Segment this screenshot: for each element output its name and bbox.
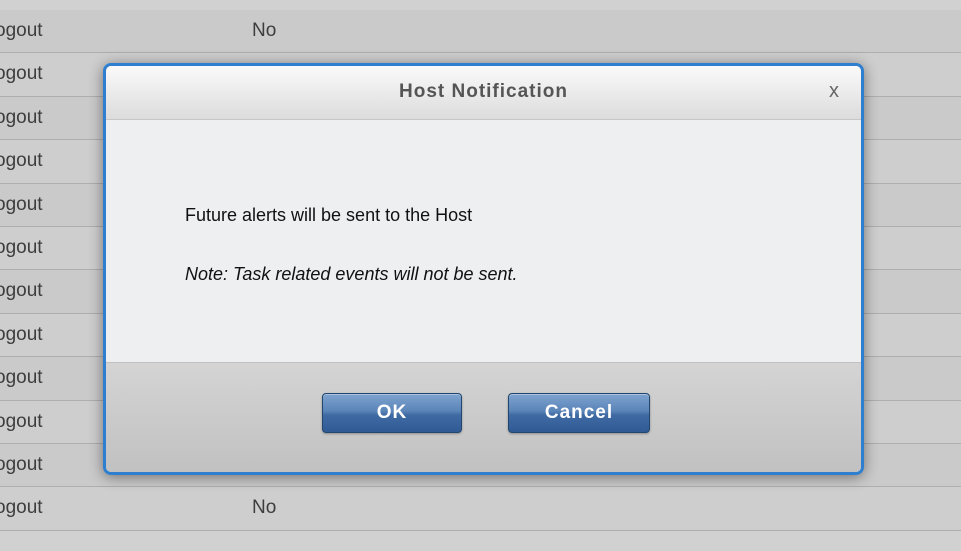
dialog-message: Future alerts will be sent to the Host [185, 205, 473, 225]
close-icon[interactable]: x [823, 80, 845, 102]
dialog-title: Host Notification [399, 81, 568, 102]
dialog-body: Future alerts will be sent to the Host N… [106, 120, 861, 364]
dialog-footer: OK Cancel [106, 362, 861, 472]
cancel-button[interactable]: Cancel [508, 393, 650, 433]
dialog-header: Host Notification x [106, 66, 861, 120]
host-notification-dialog: Host Notification x Future alerts will b… [103, 63, 864, 475]
ok-button[interactable]: OK [322, 393, 462, 433]
dialog-note: Note: Task related events will not be se… [185, 264, 518, 284]
